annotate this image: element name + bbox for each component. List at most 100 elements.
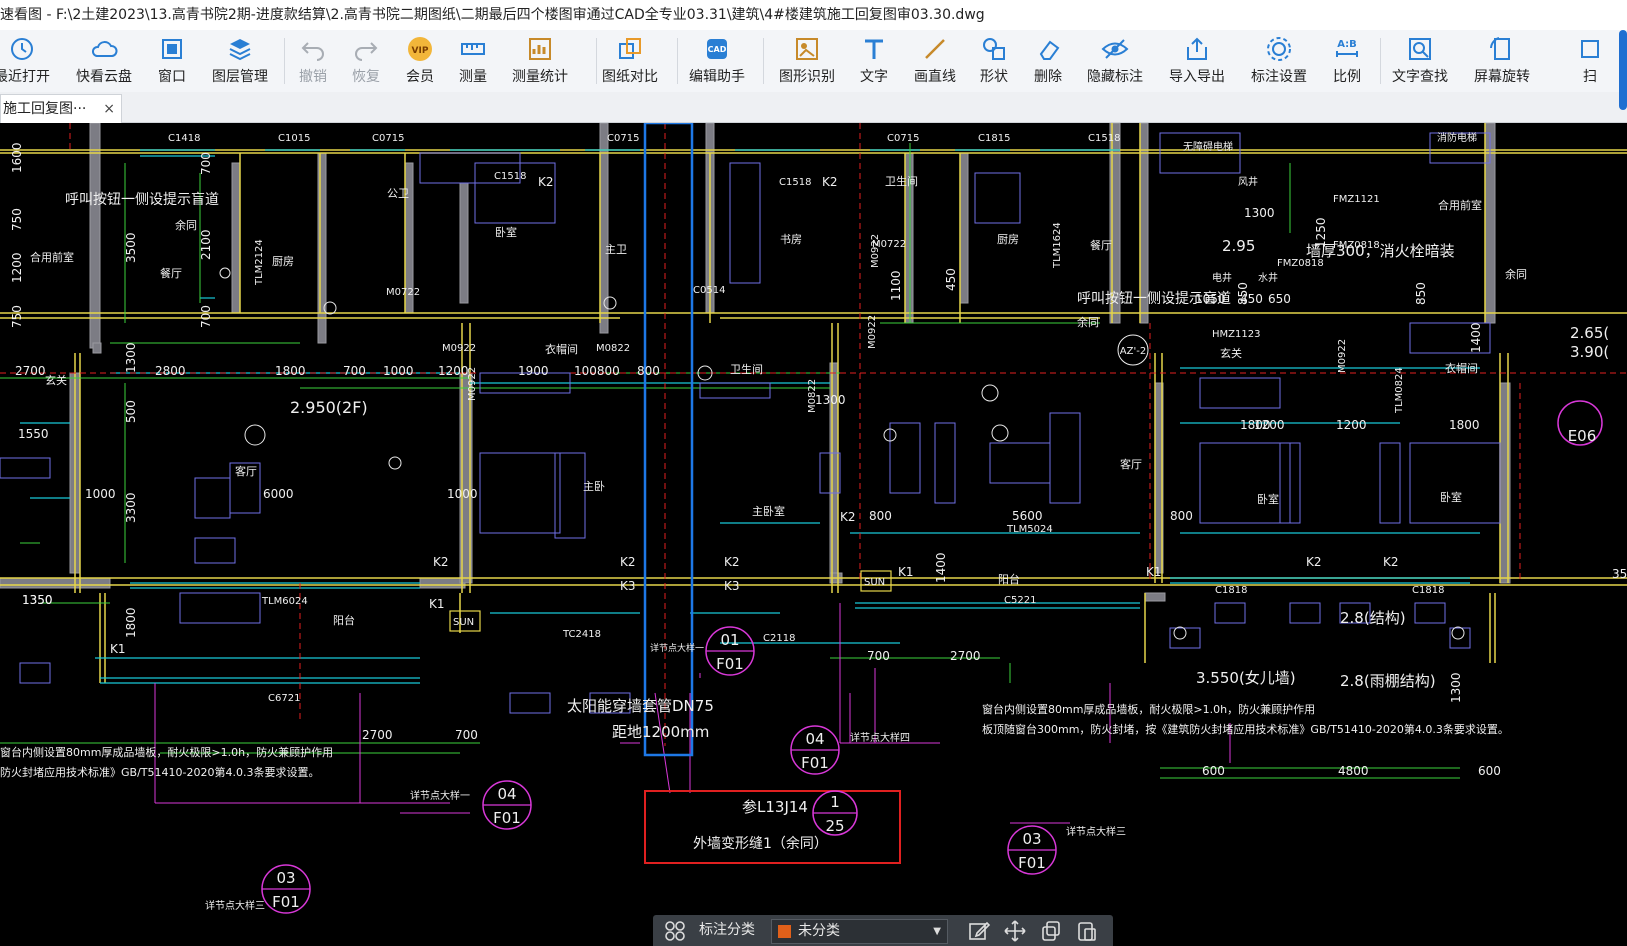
annotation-settings-icon (1264, 34, 1294, 64)
drawing-tab[interactable]: 施工回复图··· × (0, 94, 122, 123)
room-label: 卫生间 (885, 174, 918, 188)
fixture (991, 424, 1009, 442)
callout-sheet: F01 (801, 754, 829, 772)
dimension-text: 1350 (22, 593, 53, 607)
import-export-icon (1182, 34, 1212, 64)
window-code: C0514 (693, 285, 725, 296)
room-label: 合用前室 (1438, 198, 1482, 212)
toolbar-button-10[interactable]: CAD 编辑助手 (677, 34, 757, 90)
window-code: M0922 (870, 234, 881, 268)
dimension-text: 800 (1170, 509, 1193, 523)
dimension-text: 600 (1478, 764, 1501, 778)
tab-bar: 施工回复图··· × (0, 92, 1627, 123)
dimension-text: 1000 (383, 364, 414, 378)
toolbar-button-label: 图纸对比 (602, 69, 658, 85)
side-scroll-handle[interactable] (1619, 30, 1627, 110)
window-code: FMZ0818 (1277, 258, 1324, 269)
window-code: TLM5024 (1006, 524, 1053, 535)
dimension-text: 1300 (124, 342, 138, 373)
annotation-ref-desc: 外墙变形缝1（余同） (693, 835, 828, 852)
furniture (934, 422, 956, 504)
toolbar-separator (284, 38, 285, 84)
opening-code: K2 (1306, 555, 1322, 569)
dimension-text: 1800 (1240, 418, 1271, 432)
drawing-canvas[interactable]: 01 F01 04 F01 04 F01 03 F01 03 F01 1 25 E06 AZ'-2 2.95… (0, 123, 1627, 946)
opening-code: K1 (110, 642, 126, 656)
copy-icon[interactable] (1039, 919, 1063, 943)
annotation-category-value: 未分类 (798, 923, 840, 939)
close-icon[interactable]: × (103, 95, 115, 123)
toolbar-button-22[interactable]: 扫 (1550, 34, 1627, 90)
room-label: 余同 (175, 218, 197, 232)
toolbar-button-0[interactable]: 最近打开 (0, 34, 62, 90)
rotate-screen-icon (1487, 34, 1517, 64)
window-code: C6721 (268, 693, 300, 704)
dimension-text: 4800 (1338, 764, 1369, 778)
window-code: FMZ1121 (1333, 194, 1380, 205)
dimension-text: 700 (455, 728, 478, 742)
room-label: 卧室 (1440, 490, 1462, 504)
callout-number: 03 (1022, 830, 1041, 848)
toolbar-button-9[interactable]: 图纸对比 (590, 34, 670, 90)
shaft-label: 水井 (1258, 271, 1278, 284)
furniture (194, 537, 236, 564)
dimension-text: 450 (944, 268, 958, 291)
paste-icon[interactable] (1075, 919, 1099, 943)
callout-number: 03 (276, 869, 295, 887)
toolbar-button-8[interactable]: 测量统计 (500, 34, 580, 90)
room-label: 衣帽间 (545, 342, 578, 356)
detail-note: 详节点大样一 (650, 642, 704, 654)
shapes-icon (979, 34, 1009, 64)
detail-note: 详节点大样三 (205, 899, 265, 912)
elevator-label: 消防电梯 (1437, 131, 1477, 144)
opening-code: K2 (724, 555, 740, 569)
annotation-category-select[interactable]: 未分类 ▼ (771, 919, 948, 944)
toolbar-button-label: 最近打开 (0, 69, 50, 85)
toolbar-button-label: 标注设置 (1251, 69, 1307, 85)
window-title: 速看图 - F:\2土建2023\13.高青书院2期-进度款结算\2.高青书院二… (0, 0, 1627, 30)
wall-segment (231, 162, 241, 314)
callout-number: 04 (497, 785, 516, 803)
window-code: M0722 (386, 287, 420, 298)
vip-icon: VIP (405, 34, 435, 64)
toolbar-button-16[interactable]: 隐藏标注 (1075, 34, 1155, 90)
furniture (989, 442, 1051, 484)
callout-sheet: F01 (1018, 854, 1046, 872)
room-label: 书房 (780, 233, 802, 246)
dimension-text: 500 (124, 400, 138, 423)
toolbar-button-3[interactable]: 图层管理 (200, 34, 280, 90)
dimension-text: 5600 (1012, 509, 1043, 523)
toolbar-button-label: 隐藏标注 (1087, 69, 1143, 85)
fixture (388, 456, 402, 470)
dimension-text: 1400 (1469, 322, 1483, 353)
furniture (0, 457, 51, 479)
move-icon[interactable] (1003, 919, 1027, 943)
window-code: C0715 (607, 133, 639, 144)
drawing-tab-label: 施工回复图··· (3, 101, 87, 117)
toolbar-button-20[interactable]: 文字查找 (1380, 34, 1460, 90)
annotation-category-label: 标注分类 (699, 922, 755, 938)
chevron-down-icon: ▼ (933, 926, 941, 937)
layers-icon (225, 34, 255, 64)
window-code: FMZ0818 (1333, 240, 1380, 251)
toolbar-button-19[interactable]: A:B 比例 (1307, 34, 1387, 90)
dimension-text: 800 (637, 364, 660, 378)
cloud-icon (89, 34, 119, 64)
solar-pipe-note: 距地1200mm (612, 723, 709, 741)
opening-code: K2 (840, 510, 856, 524)
edit-icon[interactable] (967, 919, 991, 943)
toolbar-button-17[interactable]: 导入导出 (1157, 34, 1237, 90)
window-icon (157, 34, 187, 64)
toolbar-separator (1380, 38, 1381, 84)
grid-icon[interactable] (663, 919, 687, 943)
toolbar-separator (763, 38, 764, 84)
dimension-text: 1200 (1336, 418, 1367, 432)
toolbar-button-21[interactable]: 屏幕旋转 (1462, 34, 1542, 90)
ruler-icon (458, 34, 488, 64)
elevator-label: 无障碍电梯 (1183, 140, 1233, 153)
callout-number: 01 (720, 631, 739, 649)
callout-e06-label: E06 (1568, 427, 1597, 445)
toolbar-button-label: 窗口 (158, 69, 186, 85)
furniture (19, 662, 51, 684)
furniture (889, 422, 921, 494)
